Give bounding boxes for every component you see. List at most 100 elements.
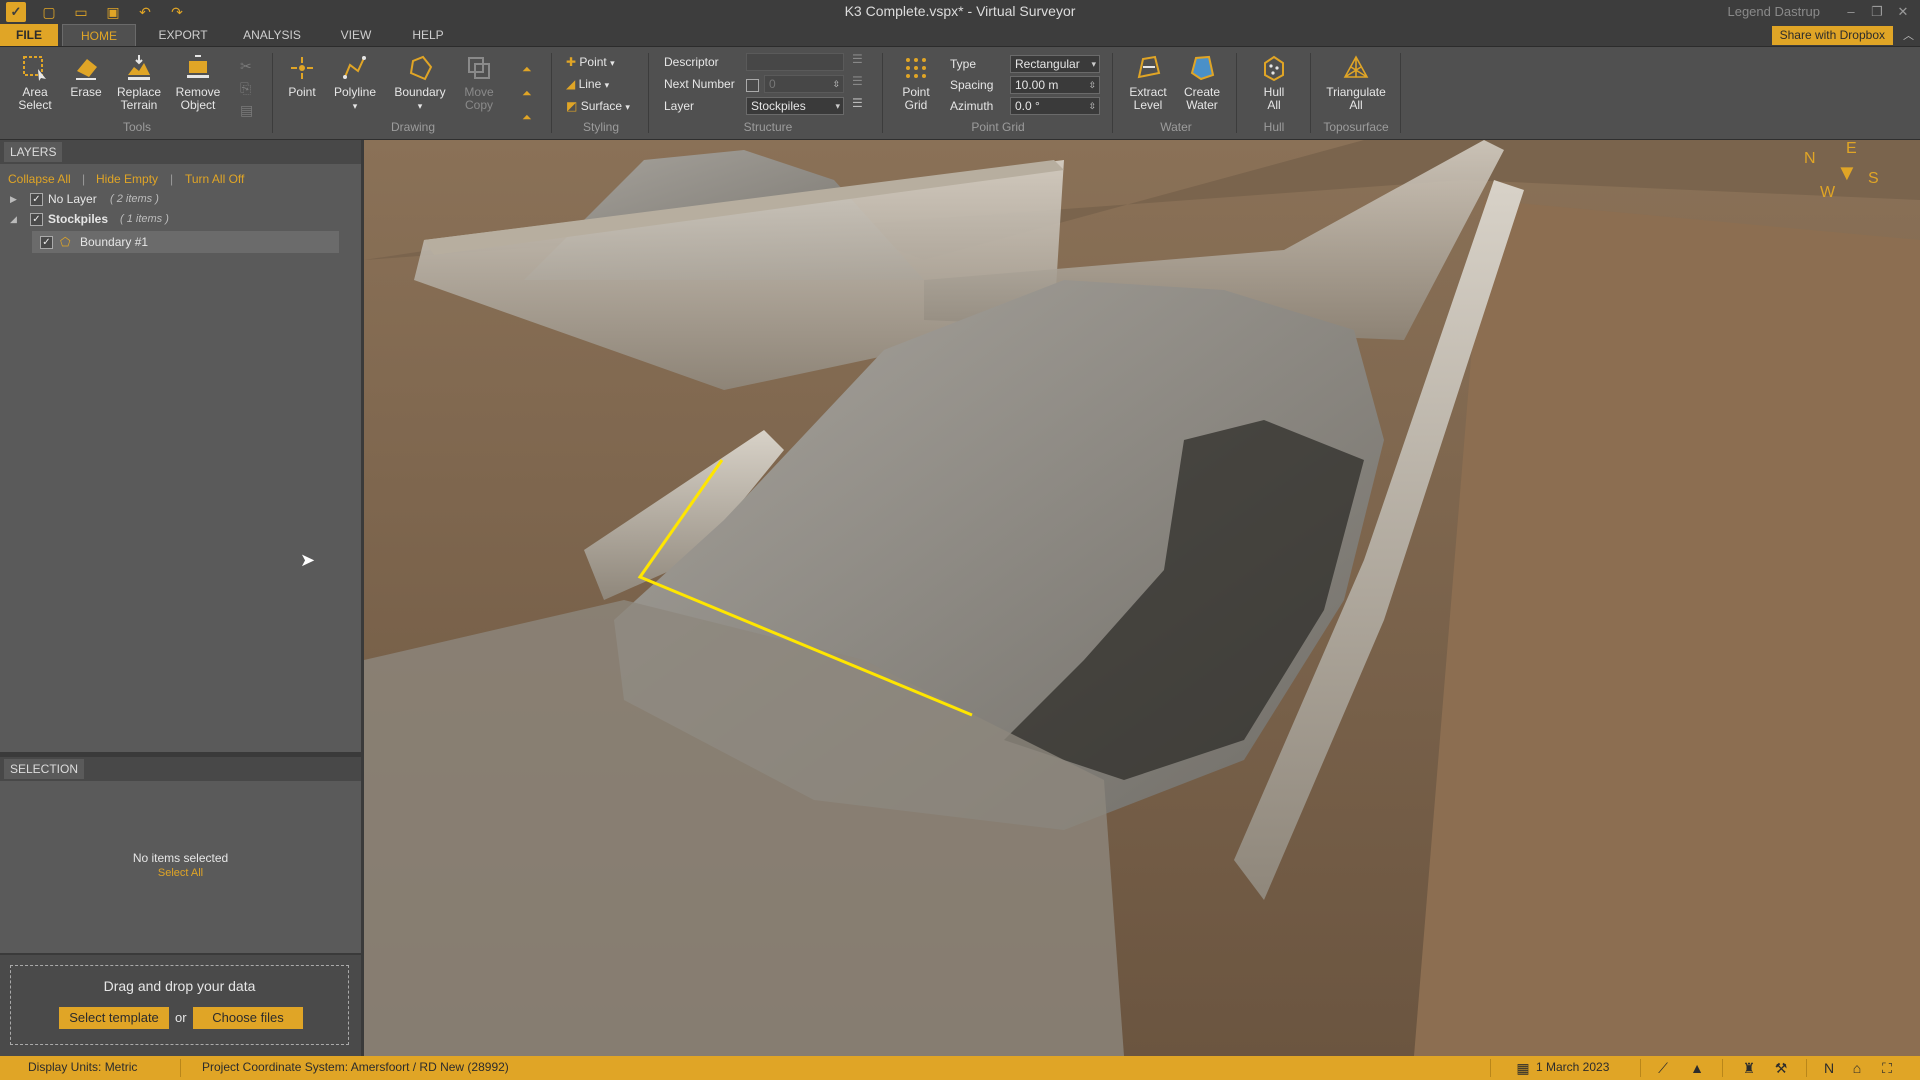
mouse-cursor-icon: ➤ <box>300 550 316 570</box>
group-divider <box>272 53 273 133</box>
create-water-button[interactable]: Create Water <box>1178 53 1226 112</box>
replace-terrain-button[interactable]: Replace Terrain <box>114 53 164 112</box>
terrain-style-icon-1[interactable]: ⏶ <box>522 57 532 81</box>
paste-icon[interactable]: ▤ <box>240 99 253 121</box>
tab-help[interactable]: HELP <box>398 24 458 46</box>
grid-azimuth-field[interactable]: 0.0 ° ⇳ <box>1010 97 1100 115</box>
extract-level-icon <box>1137 55 1161 79</box>
polyline-button[interactable]: Polyline ▾ <box>330 53 380 113</box>
layer-row-no-layer[interactable]: ▶ ✓ No Layer ( 2 items ) <box>8 190 348 208</box>
collapse-all-link[interactable]: Collapse All <box>8 172 71 186</box>
date-display[interactable]: 1 March 2023 <box>1536 1060 1609 1074</box>
polyline-dropdown-icon: ▾ <box>352 101 358 111</box>
point-grid-icon <box>906 58 926 78</box>
replace-terrain-icon <box>128 55 150 80</box>
close-button[interactable]: ✕ <box>1892 2 1914 22</box>
hull-all-button[interactable]: Hull All <box>1250 53 1298 112</box>
spinner-icon[interactable]: ⇳ <box>1088 77 1096 93</box>
crane-icon[interactable]: ⚒ <box>1772 1059 1790 1077</box>
share-dropbox-button[interactable]: Share with Dropbox <box>1771 26 1893 45</box>
triangulate-all-button[interactable]: Triangulate All <box>1322 53 1390 112</box>
selection-tab[interactable]: SELECTION <box>4 759 85 779</box>
remove-object-button[interactable]: Remove Object <box>172 53 224 112</box>
layer-visibility-checkbox[interactable]: ✓ <box>30 193 43 206</box>
surface-style-icon: ◩ <box>566 99 578 113</box>
calendar-icon[interactable]: ▦ <box>1514 1059 1532 1077</box>
north-arrow-icon[interactable]: N <box>1820 1059 1838 1077</box>
group-divider <box>882 53 883 133</box>
next-number-field[interactable]: 0 ⇳ <box>764 75 844 93</box>
select-all-link[interactable]: Select All <box>0 867 361 879</box>
item-visibility-checkbox[interactable]: ✓ <box>40 236 53 249</box>
style-surface-button[interactable]: ◩ Surface ▾ <box>566 97 630 115</box>
point-icon <box>291 57 313 79</box>
3d-viewport[interactable]: E N S W ▼ <box>364 140 1920 1056</box>
chart-icon[interactable]: ⟋ <box>1654 1059 1672 1077</box>
drop-zone-text: Drag and drop your data <box>103 978 256 994</box>
layer-list-icon[interactable]: ☰ <box>852 96 863 110</box>
water-group-label: Water <box>1160 120 1192 134</box>
style-point-button[interactable]: ✚ Point ▾ <box>566 53 615 71</box>
layer-select[interactable]: Stockpiles ▾ <box>746 97 844 115</box>
layer-item-boundary-1[interactable]: ✓ ⬠ Boundary #1 <box>32 231 339 253</box>
point-button[interactable]: Point <box>282 53 322 99</box>
expand-arrow-icon[interactable]: ▶ <box>10 190 17 208</box>
tab-file[interactable]: FILE <box>0 24 58 46</box>
next-number-list-icon[interactable]: ☰ <box>852 74 863 88</box>
area-select-icon <box>23 56 46 81</box>
status-divider <box>1640 1059 1641 1077</box>
minimize-button[interactable]: – <box>1840 2 1862 22</box>
drawing-group-label: Drawing <box>390 120 435 134</box>
grid-type-select[interactable]: Rectangular ▾ <box>1010 55 1100 73</box>
tab-export[interactable]: EXPORT <box>148 24 218 46</box>
line-style-icon: ◢ <box>566 77 576 91</box>
layers-tab[interactable]: LAYERS <box>4 142 63 162</box>
tower-icon[interactable]: ♜ <box>1740 1059 1758 1077</box>
layer-visibility-checkbox[interactable]: ✓ <box>30 213 43 226</box>
hull-icon <box>1264 55 1284 82</box>
grid-spacing-field[interactable]: 10.00 m ⇳ <box>1010 76 1100 94</box>
title-bar: ✓ ▢ ▭ ▣ ↶ ↷ K3 Complete.vspx* - Virtual … <box>0 0 1920 24</box>
terrain-style-icon-2[interactable]: ⏶ <box>522 81 532 105</box>
tab-analysis[interactable]: ANALYSIS <box>230 24 314 46</box>
next-number-checkbox[interactable] <box>746 79 759 92</box>
drop-zone[interactable]: Drag and drop your data Select template … <box>10 965 349 1045</box>
choose-files-button[interactable]: Choose files <box>193 1007 303 1029</box>
turn-all-off-link[interactable]: Turn All Off <box>185 172 244 186</box>
display-units[interactable]: Display Units: Metric <box>28 1060 137 1074</box>
restore-button[interactable]: ❐ <box>1866 2 1888 22</box>
home-icon[interactable]: ⌂ <box>1848 1059 1866 1077</box>
select-template-button[interactable]: Select template <box>59 1007 169 1029</box>
boundary-icon <box>409 55 433 81</box>
scissors-icon[interactable]: ✂ <box>240 55 253 77</box>
move-copy-button[interactable]: Move Copy <box>458 53 500 112</box>
extract-level-button[interactable]: Extract Level <box>1124 53 1172 112</box>
spinner-icon[interactable]: ⇳ <box>1088 98 1096 114</box>
hide-empty-link[interactable]: Hide Empty <box>96 172 158 186</box>
user-name[interactable]: Legend Dastrup <box>1727 4 1820 19</box>
point-grid-button[interactable]: Point Grid <box>894 53 938 112</box>
item-name: Boundary #1 <box>80 235 149 249</box>
collapse-arrow-icon[interactable]: ◢ <box>10 210 17 228</box>
selection-panel-header: SELECTION <box>0 757 361 781</box>
descriptor-list-icon[interactable]: ☰ <box>852 52 863 66</box>
tab-view[interactable]: VIEW <box>326 24 386 46</box>
spinner-icon[interactable]: ⇳ <box>832 76 840 92</box>
copy-icon[interactable]: ⎘ <box>240 77 253 99</box>
compass-east: E <box>1846 140 1857 157</box>
descriptor-field[interactable] <box>746 53 844 71</box>
erase-button[interactable]: Erase <box>66 53 106 99</box>
coordinate-system[interactable]: Project Coordinate System: Amersfoort / … <box>202 1060 509 1074</box>
navigation-compass[interactable]: E N S W ▼ <box>1784 140 1914 220</box>
boundary-shape-icon: ⬠ <box>60 235 71 249</box>
boundary-button[interactable]: Boundary ▾ <box>390 53 450 113</box>
tab-home[interactable]: HOME <box>62 24 136 46</box>
fullscreen-icon[interactable]: ⛶ <box>1878 1059 1896 1077</box>
group-divider <box>648 53 649 133</box>
layer-row-stockpiles[interactable]: ◢ ✓ Stockpiles ( 1 items ) <box>8 210 348 228</box>
style-line-button[interactable]: ◢ Line ▾ <box>566 75 609 93</box>
terrain-style-icon-3[interactable]: ⏶ <box>522 105 532 129</box>
collapse-ribbon-icon[interactable]: ︿ <box>1903 27 1914 43</box>
stockpile-icon[interactable]: ▲ <box>1688 1059 1706 1077</box>
area-select-button[interactable]: Area Select <box>14 53 56 112</box>
